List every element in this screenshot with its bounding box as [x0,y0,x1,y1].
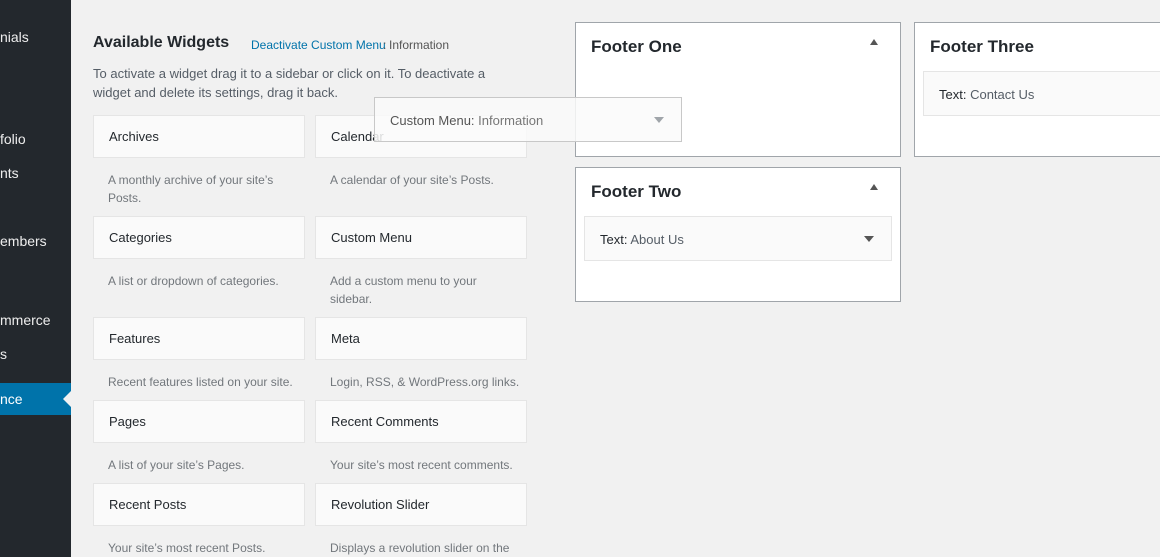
sidebar-item-portfolio[interactable]: folio [0,123,71,155]
widget-meta[interactable]: Meta [315,317,527,360]
sidebar-item-products[interactable]: s [0,338,71,370]
sidebar-item-label: mmerce [0,312,51,328]
widget-description: Login, RSS, & WordPress.org links. [330,375,520,389]
active-arrow-icon [63,391,71,407]
collapse-arrow-icon[interactable] [870,184,878,190]
sidebar-item-appearance[interactable]: nce [0,383,71,415]
widget-description: Recent features listed on your site. [108,375,293,389]
footer-two-area[interactable]: Footer Two Text: About Us [575,167,901,302]
available-widgets-title: Available Widgets [93,34,230,51]
sidebar-item-testimonials[interactable]: nials [0,21,71,53]
widget-description: A list of your site’s Pages. [108,458,245,472]
widget-name: Information [478,113,544,128]
admin-sidebar: nials folio nts embers mmerce s nce [0,0,71,557]
widget-title: Recent Posts [109,497,187,512]
widget-type: Custom Menu [390,113,471,128]
widget-name: About Us [630,232,684,247]
expand-arrow-icon[interactable] [864,236,874,242]
widget-description: Your site’s most recent Posts. [108,541,266,555]
deactivate-link[interactable]: Deactivate Custom Menu [251,38,386,52]
footer-two-text-widget[interactable]: Text: About Us [584,216,892,261]
widget-title: Features [109,331,161,346]
widget-label: Custom Menu: Information [390,113,544,128]
widget-description: Add a custom menu to your sidebar. [330,274,477,306]
widget-features[interactable]: Features [93,317,305,360]
widget-title: Custom Menu [331,230,412,245]
widget-type: Text [939,87,963,102]
dragging-widget[interactable]: Custom Menu: Information [374,97,682,142]
sidebar-item-label: embers [0,233,47,249]
footer-three-area[interactable]: Footer Three Text: Contact Us [914,22,1160,157]
widget-title: Recent Comments [331,414,439,429]
sidebar-item-label: s [0,346,7,362]
widget-title: Categories [109,230,172,245]
widget-description: A calendar of your site’s Posts. [330,173,494,187]
sidebar-item-label: folio [0,131,26,147]
widget-label: Text: Contact Us [939,87,1035,102]
widget-type: Text [600,232,624,247]
sidebar-item-events[interactable]: nts [0,157,71,189]
widget-description: A list or dropdown of categories. [108,274,279,288]
footer-three-title: Footer Three [930,37,1034,56]
widget-title: Meta [331,331,360,346]
widget-title: Pages [109,414,146,429]
widget-title: Revolution Slider [331,497,430,512]
sidebar-item-woocommerce[interactable]: mmerce [0,304,71,336]
sidebar-item-members[interactable]: embers [0,225,71,257]
widget-pages[interactable]: Pages [93,400,305,443]
widget-recent-posts[interactable]: Recent Posts [93,483,305,526]
expand-arrow-icon [654,117,664,123]
widget-description: Displays a revolution slider on the [330,541,510,555]
footer-two-title: Footer Two [591,182,682,201]
widget-title: Archives [109,129,159,144]
footer-one-title: Footer One [591,37,682,56]
widget-archives[interactable]: Archives [93,115,305,158]
deactivate-widget-name: Information [389,38,450,52]
widget-description: A monthly archive of your site’s Posts. [108,173,274,205]
widget-custom-menu[interactable]: Custom Menu [315,216,527,259]
widget-recent-comments[interactable]: Recent Comments [315,400,527,443]
widget-label: Text: About Us [600,232,684,247]
sidebar-item-label: nts [0,165,19,181]
sidebar-item-label: nce [0,391,23,407]
deactivate-separator: : [383,38,387,52]
sidebar-item-label: nials [0,29,29,45]
widget-name: Contact Us [970,87,1035,102]
widget-revolution-slider[interactable]: Revolution Slider [315,483,527,526]
collapse-arrow-icon[interactable] [870,39,878,45]
widget-categories[interactable]: Categories [93,216,305,259]
widget-description: Your site’s most recent comments. [330,458,513,472]
footer-three-text-widget[interactable]: Text: Contact Us [923,71,1160,116]
